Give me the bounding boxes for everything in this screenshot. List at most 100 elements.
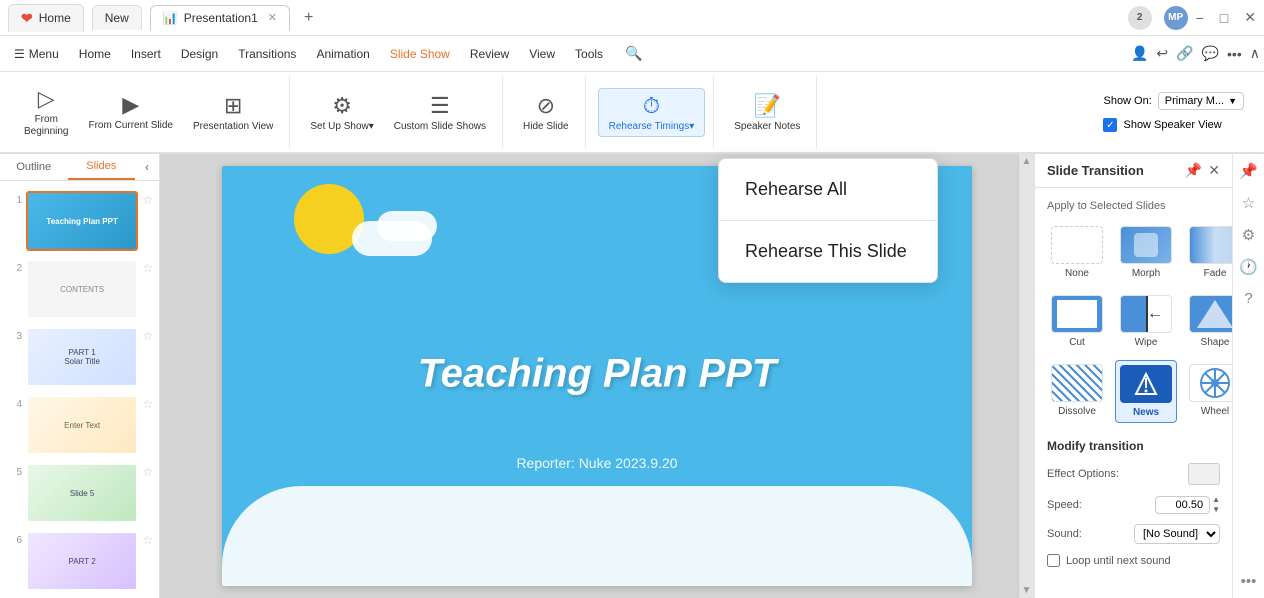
tab-close-btn[interactable]: ✕ [268,11,277,24]
loop-checkbox[interactable] [1047,554,1060,567]
sidebar-tabs-bar: Outline Slides ‹ [0,154,159,181]
more-side-icon[interactable]: ••• [1241,573,1257,590]
rehearse-this-slide-label: Rehearse This Slide [745,241,907,261]
panel-pin-btn[interactable]: 📌 [1185,162,1202,179]
slide-item-6[interactable]: 6 PART 2 ☆ [4,529,155,593]
show-on-chevron: ▼ [1228,96,1237,106]
redo-icon[interactable]: 🔗 [1176,45,1193,62]
effect-options-btn[interactable] [1188,463,1220,485]
hide-slide-btn[interactable]: ⊘ Hide Slide [515,89,577,136]
sound-row: Sound: [No Sound] [1047,524,1220,544]
home-tab[interactable]: ❤ Home [8,4,84,32]
slide-num-3: 3 [6,331,22,342]
speaker-notes-btn[interactable]: 📝 Speaker Notes [726,89,808,136]
transition-morph[interactable]: Morph [1115,222,1177,283]
sound-select[interactable]: [No Sound] [1134,524,1220,544]
effect-options-label: Effect Options: [1047,468,1119,480]
loop-label: Loop until next sound [1066,555,1171,567]
speaker-view-checkbox[interactable]: ✓ [1103,118,1117,132]
pin-side-icon[interactable]: 📌 [1239,162,1258,180]
sidebar-tab-slides[interactable]: Slides [68,154,136,180]
undo-icon[interactable]: ↩ [1156,45,1168,62]
modify-title: Modify transition [1047,439,1220,453]
slide-num-1: 1 [6,195,22,206]
menu-design-btn[interactable]: Design [171,43,228,65]
scroll-up-btn[interactable]: ▲ [1020,154,1034,169]
search-btn[interactable]: 🔍 [617,41,650,66]
presentation-view-btn[interactable]: ⊞ Presentation View [185,89,281,136]
speed-input[interactable] [1155,496,1210,514]
menu-transitions-btn[interactable]: Transitions [228,43,306,65]
set-up-show-btn[interactable]: ⚙ Set Up Show▾ [302,89,381,136]
modify-section: Modify transition Effect Options: Speed:… [1047,439,1220,567]
checkbox-check-icon: ✓ [1106,120,1114,131]
slide-item-4[interactable]: 4 Enter Text ☆ [4,393,155,457]
transition-shape[interactable]: Shape [1185,291,1232,352]
transition-dissolve[interactable]: Dissolve [1047,360,1107,423]
menu-hamburger-btn[interactable]: ☰ Menu [4,43,69,65]
slide-item-3[interactable]: 3 PART 1Solar Title ☆ [4,325,155,389]
custom-slide-shows-label: Custom Slide Shows [394,121,486,132]
collapse-icon[interactable]: ∧ [1250,45,1260,62]
share-icon[interactable]: 👤 [1131,45,1148,62]
ribbon-display-settings: Show On: Primary M... ▼ ✓ Show Speaker V… [1091,84,1256,140]
history-side-icon[interactable]: 🕐 [1239,258,1258,276]
new-tab[interactable]: New [92,5,142,30]
panel-title: Slide Transition [1047,163,1144,178]
transition-cut[interactable]: Cut [1047,291,1107,352]
minimize-btn[interactable]: − [1196,10,1204,26]
sidebar-toggle-btn[interactable]: ‹ [135,160,159,174]
speaker-view-row: ✓ Show Speaker View [1103,118,1244,132]
sidebar-tab-outline[interactable]: Outline [0,155,68,179]
slide-num-2: 2 [6,263,22,274]
more-icon[interactable]: ••• [1227,46,1242,62]
rehearse-timings-btn[interactable]: ⏱ Rehearse Timings▾ [598,88,706,137]
star-side-icon[interactable]: ☆ [1242,194,1255,212]
maximize-btn[interactable]: □ [1220,10,1228,26]
slide-item-2[interactable]: 2 CONTENTS ☆ [4,257,155,321]
transition-news[interactable]: News [1115,360,1177,423]
transition-wipe[interactable]: ← Wipe [1115,291,1177,352]
from-current-slide-btn[interactable]: ▶ From Current Slide [80,88,180,136]
rehearse-this-slide-item[interactable]: Rehearse This Slide [719,221,937,282]
menu-animation-btn[interactable]: Animation [306,43,379,65]
transition-wheel[interactable]: Wheel [1185,360,1232,423]
menu-review-btn[interactable]: Review [460,43,519,65]
ribbon-setup-group: ⚙ Set Up Show▾ ☰ Custom Slide Shows [294,76,503,148]
comment-icon[interactable]: 💬 [1202,45,1219,62]
rehearse-timings-label: Rehearse Timings▾ [609,121,695,132]
panel-close-btn[interactable]: ✕ [1208,162,1220,179]
slide-item-5[interactable]: 5 Slide 5 ☆ [4,461,155,525]
presentation-tab[interactable]: 📊 Presentation1 ✕ [150,5,290,31]
effect-options-row: Effect Options: [1047,463,1220,485]
speed-up-btn[interactable]: ▲ [1212,495,1220,505]
show-on-select[interactable]: Primary M... ▼ [1158,92,1244,110]
transition-fade[interactable]: Fade [1185,222,1232,283]
add-tab-btn[interactable]: + [296,5,321,31]
rehearse-all-item[interactable]: Rehearse All [719,159,937,221]
user-badge: 2 [1128,6,1152,30]
slides-list: 1 Teaching Plan PPT ☆ 2 CONTENTS ☆ 3 PAR… [0,181,159,598]
menu-tools-btn[interactable]: Tools [565,43,613,65]
slide-thumb-6: PART 2 [26,531,138,591]
speaker-notes-label: Speaker Notes [734,121,800,132]
close-btn[interactable]: ✕ [1244,9,1256,26]
menu-home-btn[interactable]: Home [69,43,121,65]
slide-star-2: ☆ [142,261,153,275]
menu-view-btn[interactable]: View [519,43,565,65]
slide-num-6: 6 [6,535,22,546]
panel-side-icons: 📌 ☆ ⚙ 🕐 ? ••• [1232,154,1264,598]
help-side-icon[interactable]: ? [1244,290,1252,307]
slide-title: Teaching Plan PPT [418,351,777,396]
menu-slideshow-btn[interactable]: Slide Show [380,43,460,65]
custom-slide-shows-btn[interactable]: ☰ Custom Slide Shows [386,89,494,136]
user-avatar: MP [1164,6,1188,30]
menu-insert-btn[interactable]: Insert [121,43,171,65]
slide-item-1[interactable]: 1 Teaching Plan PPT ☆ [4,189,155,253]
transition-none[interactable]: None [1047,222,1107,283]
show-on-value: Primary M... [1165,95,1224,107]
from-beginning-btn[interactable]: ▷ FromBeginning [16,82,76,142]
adjust-side-icon[interactable]: ⚙ [1242,226,1255,244]
speed-down-btn[interactable]: ▼ [1212,505,1220,515]
rehearse-dropdown: Rehearse All Rehearse This Slide [718,158,938,283]
